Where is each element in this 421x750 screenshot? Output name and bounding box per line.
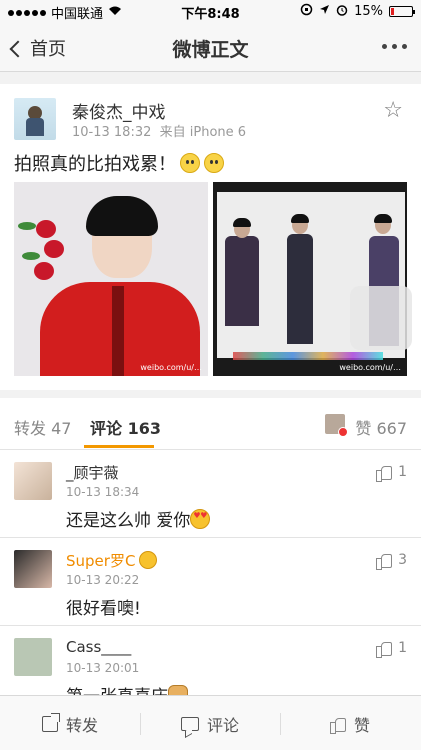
battery-icon [389, 6, 415, 17]
comment-text: 很好看噢! [66, 599, 141, 619]
rose-decoration [36, 220, 56, 238]
tab-repost-label: 转发 [14, 419, 47, 438]
thumbs-up-icon [376, 640, 393, 658]
more-dots-icon[interactable] [382, 44, 407, 49]
liker-avatar[interactable] [325, 414, 348, 437]
smiley-emoji-icon [204, 153, 224, 173]
comment-text-content: 还是这么帅 爱你 [66, 511, 191, 531]
page-title: 微博正文 [172, 39, 249, 61]
comment-button[interactable]: 评论 [140, 696, 280, 750]
tab-like-label: 赞 [355, 419, 372, 438]
commenter-name[interactable]: _顾宇薇 [66, 462, 119, 483]
heart-eyes-emoji-icon [190, 509, 211, 529]
alarm-icon [336, 4, 348, 20]
comment-like-count: 1 [398, 464, 407, 480]
battery-fill [391, 8, 395, 15]
figure-2-hair [291, 214, 309, 223]
location-arrow-icon [319, 4, 330, 19]
figure-1 [225, 236, 259, 326]
tab-like[interactable]: 赞 667 [355, 415, 407, 439]
like-label: 赞 [353, 715, 370, 735]
comment-item: _顾宇薇 10-13 18:34 还是这么帅 爱你 1 [0, 450, 421, 538]
comment-like-button[interactable]: 3 [376, 552, 407, 570]
figure-2 [287, 234, 313, 344]
photo-watermark: weibo.com/u/… [140, 363, 202, 372]
author-avatar[interactable] [14, 98, 56, 140]
repost-icon [41, 712, 60, 732]
thumbs-up-icon [329, 716, 346, 734]
thumbs-up-icon [376, 464, 393, 482]
comment-label: 评论 [206, 715, 239, 735]
post-card: 秦俊杰_中戏 10-13 18:32 来自 iPhone 6 ☆ 拍照真的比拍戏… [0, 84, 421, 390]
smiley-emoji-icon [180, 153, 200, 173]
figure-1-hair [233, 218, 251, 227]
tab-comment-count: 163 [127, 419, 161, 438]
tab-repost-count: 47 [51, 419, 72, 438]
comment-time: 10-13 20:01 [66, 661, 140, 675]
comment-text: 还是这么帅 爱你 [66, 506, 211, 531]
comment-item: Cass____ 10-13 20:01 第一张真喜庆 1 [0, 626, 421, 707]
post-meta: 10-13 18:32 来自 iPhone 6 [72, 121, 246, 140]
bottom-toolbar: 转发 评论 赞 [0, 695, 421, 750]
photo-watermark: weibo.com/u/… [339, 363, 401, 372]
rose-decoration [44, 240, 64, 258]
app-dock [233, 352, 383, 360]
status-right: 15% [300, 3, 415, 20]
leaf-decoration [22, 252, 40, 260]
hair [86, 196, 158, 236]
tie [112, 286, 124, 376]
assistive-touch-button[interactable] [350, 286, 412, 350]
comment-time: 10-13 20:22 [66, 573, 140, 587]
rose-decoration [34, 262, 54, 280]
tab-like-count: 667 [376, 419, 407, 438]
comment-like-button[interactable]: 1 [376, 640, 407, 658]
figure-3-hair [374, 214, 392, 223]
post-source: 来自 iPhone 6 [159, 125, 247, 140]
repost-label: 转发 [65, 715, 98, 735]
commenter-avatar[interactable] [14, 462, 52, 500]
comment-like-button[interactable]: 1 [376, 464, 407, 482]
tab-comment[interactable]: 评论 163 [90, 415, 161, 439]
battery-percent: 15% [354, 4, 383, 19]
thumbs-up-icon [376, 552, 393, 570]
commenter-avatar[interactable] [14, 638, 52, 676]
comment-like-count: 1 [398, 640, 407, 656]
comment-like-count: 3 [398, 552, 407, 568]
tab-repost[interactable]: 转发 47 [14, 415, 71, 439]
post-text: 拍照真的比拍戏累！ [14, 150, 224, 176]
repost-button[interactable]: 转发 [0, 696, 140, 750]
tab-comment-label: 评论 [90, 419, 123, 438]
status-bar: 中国联通 下午8:48 15% [0, 0, 421, 22]
comment-icon [180, 716, 199, 731]
commenter-name[interactable]: Cass____ [66, 638, 131, 656]
leaf-decoration [18, 222, 36, 230]
post-tabs: 转发 47 评论 163 赞 667 [0, 398, 421, 450]
active-tab-indicator [84, 445, 154, 448]
comment-time: 10-13 18:34 [66, 485, 140, 499]
comment-item: Super罗C 10-13 20:22 很好看噢! 3 [0, 538, 421, 626]
nav-bar: 首页 微博正文 [0, 22, 421, 72]
post-time: 10-13 18:32 [72, 125, 152, 140]
like-button[interactable]: 赞 [280, 696, 420, 750]
author-name[interactable]: 秦俊杰_中戏 [72, 98, 166, 123]
commenter-name[interactable]: Super罗C [66, 550, 158, 571]
rotation-lock-icon [300, 3, 313, 20]
scared-emoji-icon [139, 551, 158, 569]
favorite-star-icon[interactable]: ☆ [383, 98, 403, 123]
post-photo-1[interactable]: weibo.com/u/… [14, 182, 208, 376]
post-text-content: 拍照真的比拍戏累！ [14, 154, 176, 175]
commenter-name-text: Super罗C [66, 552, 136, 570]
commenter-avatar[interactable] [14, 550, 52, 588]
